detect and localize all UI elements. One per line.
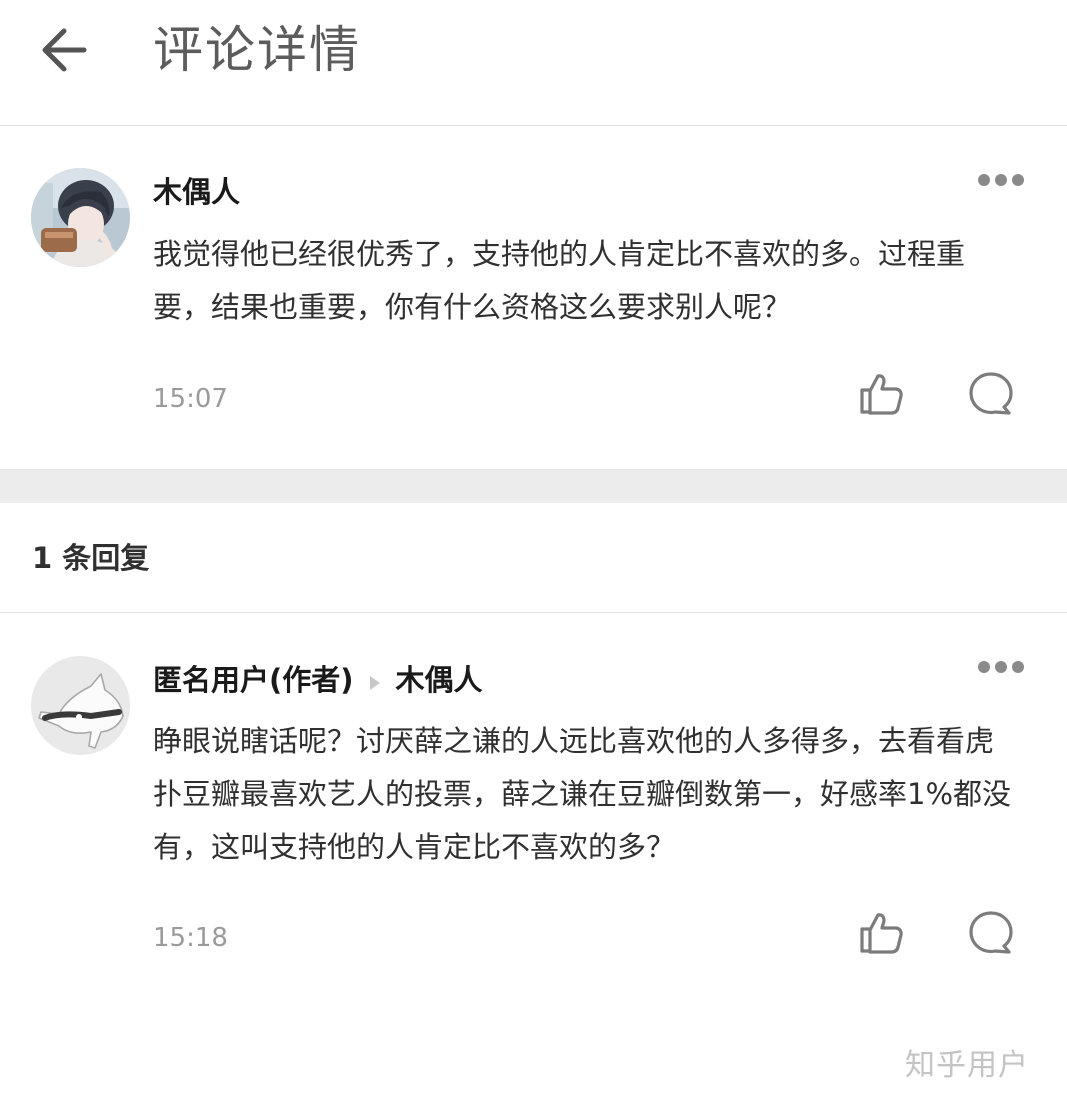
comment-bubble-icon [969, 372, 1013, 415]
reply-button[interactable] [967, 370, 1015, 418]
avatar[interactable] [31, 656, 130, 755]
thumbs-up-icon [860, 374, 903, 415]
user-avatar-photo [31, 168, 130, 267]
thumbs-up-icon [860, 913, 903, 954]
comment-bubble-icon [969, 911, 1013, 954]
anonymous-avatar [31, 656, 130, 755]
page-title: 评论详情 [153, 21, 361, 79]
section-separator [0, 469, 1067, 503]
more-icon-dot [978, 661, 990, 673]
watermark: 知乎用户 [905, 1048, 1029, 1083]
reply-arrow-icon [368, 662, 382, 702]
more-icon-dot [978, 174, 990, 186]
avatar[interactable] [31, 168, 130, 267]
header-divider [0, 125, 1067, 126]
back-button[interactable] [36, 22, 92, 78]
reply-button[interactable] [967, 909, 1015, 957]
replies-divider [0, 612, 1067, 613]
more-options-button[interactable] [976, 170, 1026, 190]
comment-author[interactable]: 木偶人 [153, 172, 240, 212]
more-options-button[interactable] [976, 657, 1026, 677]
header: 评论详情 [0, 0, 1067, 125]
reply-author[interactable]: 匿名用户(作者) [153, 663, 354, 697]
more-icon-dot [1012, 174, 1024, 186]
like-button[interactable] [857, 370, 905, 418]
arrow-left-icon [42, 28, 87, 72]
reply-to-user[interactable]: 木偶人 [396, 663, 483, 697]
reply-author-line: 匿名用户(作者) 木偶人 [153, 660, 483, 702]
comment-text: 我觉得他已经很优秀了，支持他的人肯定比不喜欢的多。过程重要，结果也重要，你有什么… [153, 237, 966, 324]
more-icon-dot [1012, 661, 1024, 673]
reply-text: 睁眼说瞎话呢？讨厌薛之谦的人远比喜欢他的人多得多，去看看虎扑豆瓣最喜欢艺人的投票… [153, 724, 1012, 864]
more-icon-dot [995, 661, 1007, 673]
more-icon-dot [995, 174, 1007, 186]
reply-time: 15:18 [153, 923, 228, 953]
reply-count: 1 条回复 [32, 541, 150, 575]
comment-time: 15:07 [153, 384, 228, 414]
like-button[interactable] [857, 909, 905, 957]
